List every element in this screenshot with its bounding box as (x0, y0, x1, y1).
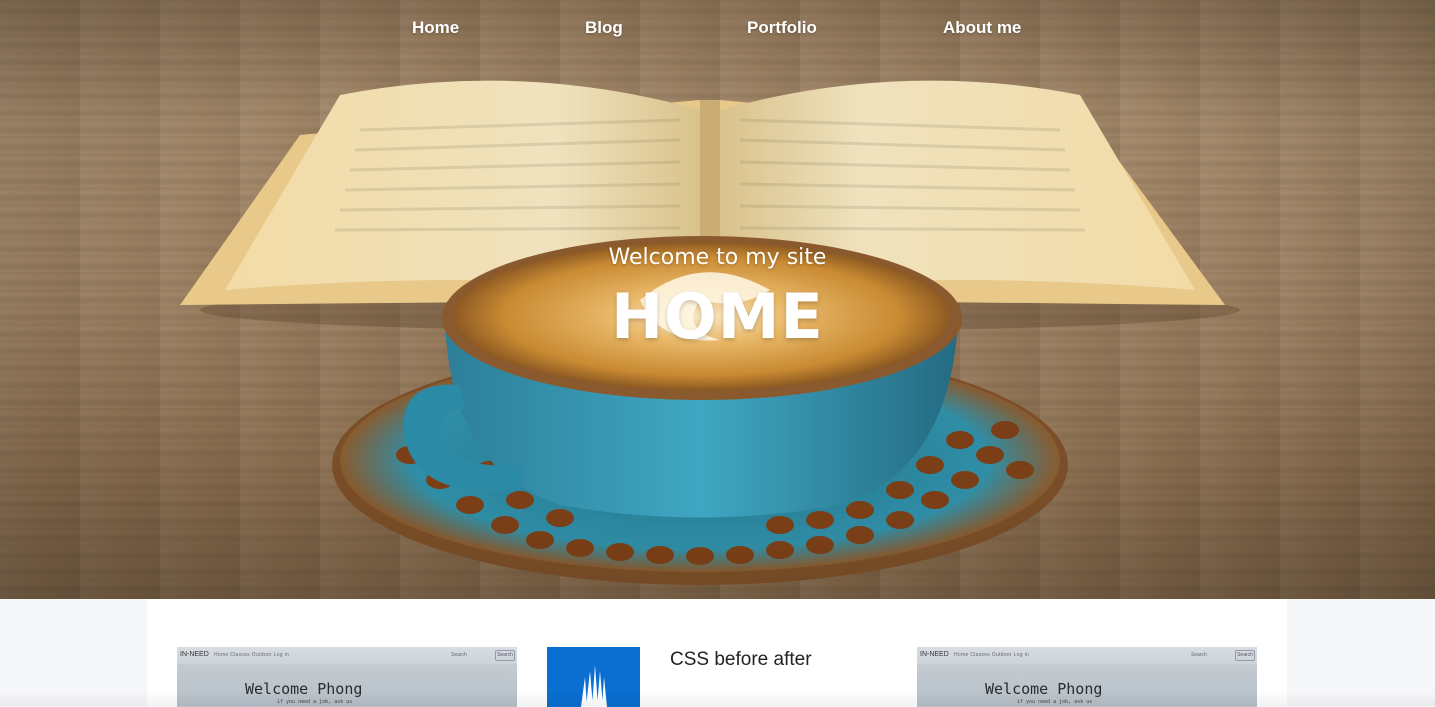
post-thumbnail[interactable]: IN-NEED Home Classes Outdoor Log in Sear… (917, 647, 1257, 707)
post-title[interactable]: CSS before after (670, 649, 812, 671)
thumb-heading: Welcome Phong (985, 680, 1103, 698)
hero-subtitle: Welcome to my site (608, 245, 827, 270)
hero-title: HOME (611, 280, 824, 353)
thumb-brand: IN-NEED (920, 651, 949, 658)
nav-home-link[interactable]: Home (412, 18, 459, 38)
cathedral-icon (581, 665, 607, 707)
nav-blog-link[interactable]: Blog (585, 18, 623, 38)
hero-banner: Home Blog Portfolio About me Welcome to … (0, 0, 1435, 599)
thumb-search-label: Search (451, 652, 467, 658)
nav-about-link[interactable]: About me (943, 18, 1021, 38)
thumb-tagline: if you need a job, ask us (1017, 699, 1093, 705)
thumb-search-button: Search (1235, 650, 1255, 661)
main-nav: Home Blog Portfolio About me (0, 0, 1435, 58)
thumb-heading: Welcome Phong (245, 680, 363, 698)
thumb-tagline: if you need a job, ask us (277, 699, 353, 705)
thumb-search-label: Search (1191, 652, 1207, 658)
posts-section: IN-NEED Home Classes Outdoor Log in Sear… (147, 599, 1287, 707)
thumb-brand: IN-NEED (180, 651, 209, 658)
thumb-search-button: Search (495, 650, 515, 661)
post-image-cathedral[interactable] (547, 647, 640, 707)
thumb-links: Home Classes Outdoor Log in (214, 652, 290, 658)
nav-portfolio-link[interactable]: Portfolio (747, 18, 817, 38)
thumb-links: Home Classes Outdoor Log in (954, 652, 1030, 658)
post-thumbnail[interactable]: IN-NEED Home Classes Outdoor Log in Sear… (177, 647, 517, 707)
